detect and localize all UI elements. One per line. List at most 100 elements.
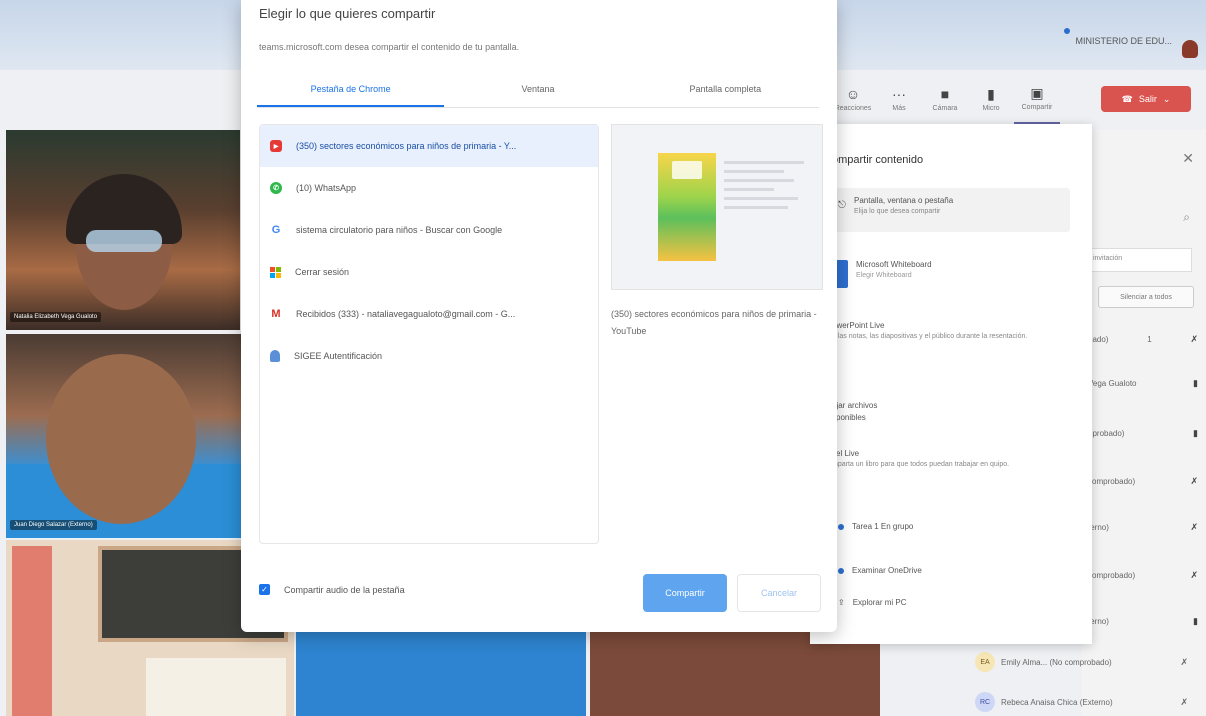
- share-dialog: Elegir lo que quieres compartir teams.mi…: [241, 0, 837, 632]
- share-icon: ▣: [1030, 84, 1044, 101]
- onedrive-label: Examinar OneDrive: [852, 566, 922, 575]
- participant-row[interactable]: bado) 1 ✗: [1082, 334, 1206, 345]
- hand-count: 1: [1147, 335, 1152, 344]
- more-icon: ···: [892, 85, 906, 102]
- avatar: RC: [975, 692, 995, 712]
- camera-label: Cámara: [932, 104, 958, 112]
- participant-name: Vega Gualoto: [1088, 379, 1137, 388]
- file-link-label: Tarea 1 En grupo: [852, 522, 914, 531]
- video-tile[interactable]: Juan Diego Salazar (Externo): [6, 334, 242, 538]
- list-item[interactable]: ▶ (350) sectores económicos para niños d…: [260, 125, 598, 167]
- list-item[interactable]: Cerrar sesión: [260, 251, 598, 293]
- org-name[interactable]: MINISTERIO DE EDU...: [1075, 36, 1172, 46]
- share-content-panel: ompartir contenido ⎋ Pantalla, ventana o…: [810, 124, 1092, 644]
- preview-text-lines: [724, 161, 804, 215]
- mic-icon: ▮: [1193, 378, 1198, 388]
- share-screen-title: Pantalla, ventana o pestaña: [854, 196, 954, 205]
- list-item[interactable]: M Recibidos (333) - nataliavegagualoto@g…: [260, 293, 598, 335]
- tile-name-label: Juan Diego Salazar (Externo): [10, 520, 97, 530]
- explore-pc-label: Explorar mi PC: [852, 598, 907, 607]
- mic-off-icon: ✗: [1190, 476, 1198, 486]
- cancel-button[interactable]: Cancelar: [737, 574, 821, 612]
- upload-icon: ⇪: [838, 598, 845, 607]
- browse-title: ojar archivos: [832, 401, 878, 410]
- microsoft-icon: [270, 266, 281, 278]
- participant-video-glasses: [86, 230, 162, 252]
- list-item[interactable]: SIGEE Autentificación: [260, 335, 598, 377]
- tab-chrome-tab[interactable]: Pestaña de Chrome: [257, 74, 445, 107]
- more-button[interactable]: ··· Más: [876, 74, 922, 124]
- participant-name: Rebeca Anaisa Chica (Externo): [1001, 697, 1113, 707]
- list-item-label: SIGEE Autentificación: [294, 351, 383, 361]
- participant-row[interactable]: EA Emily Alma... (No comprobado) ✗: [975, 652, 1206, 672]
- list-item-label: Recibidos (333) - nataliavegagualoto@gma…: [296, 309, 516, 319]
- dialog-tabs: Pestaña de Chrome Ventana Pantalla compl…: [257, 74, 819, 108]
- reactions-label: Reacciones: [834, 104, 872, 112]
- youtube-icon: ▶: [270, 140, 282, 152]
- dialog-subtitle: teams.microsoft.com desea compartir el c…: [259, 42, 520, 52]
- tab-full-screen[interactable]: Pantalla completa: [632, 74, 819, 107]
- participants-panel: ✕ ⌕ invitación Silenciar a todos bado) 1…: [1082, 130, 1206, 716]
- gmail-icon: M: [271, 308, 281, 320]
- file-link[interactable]: Tarea 1 En grupo: [838, 522, 913, 531]
- mic-off-icon: ✗: [1190, 570, 1198, 580]
- list-item-label: (350) sectores económicos para niños de …: [296, 141, 517, 151]
- mic-off-icon: ✗: [1180, 696, 1188, 707]
- participant-row[interactable]: comprobado) ✗: [1082, 476, 1206, 487]
- participant-name: comprobado): [1088, 571, 1136, 580]
- camera-button[interactable]: ■ Cámara: [922, 74, 968, 124]
- mic-icon: ▮: [1193, 428, 1198, 438]
- list-item[interactable]: ✆ (10) WhatsApp: [260, 167, 598, 209]
- excel-sub: mparta un libro para que todos puedan tr…: [832, 461, 1010, 468]
- mic-button[interactable]: ▮ Micro: [968, 74, 1014, 124]
- browse-files-option[interactable]: ojar archivos sponibles: [832, 400, 1062, 424]
- whiteboard-option[interactable]: Microsoft Whiteboard Elegir Whiteboard: [832, 260, 932, 288]
- notification-dot: [1064, 28, 1070, 34]
- powerpoint-sub: e las notas, las diapositivas y el públi…: [832, 333, 1028, 340]
- participant-video: [46, 354, 196, 524]
- tab-window[interactable]: Ventana: [444, 74, 631, 107]
- explore-pc-link[interactable]: ⇪ Explorar mi PC: [838, 598, 907, 607]
- participant-row[interactable]: comprobado) ✗: [1082, 570, 1206, 581]
- tab-preview: [611, 124, 823, 290]
- dialog-title: Elegir lo que quieres compartir: [259, 6, 436, 21]
- search-icon[interactable]: ⌕: [1183, 210, 1190, 225]
- participant-row[interactable]: RC Rebeca Anaisa Chica (Externo) ✗: [975, 692, 1206, 712]
- phone-icon: ☎: [1121, 93, 1133, 104]
- share-audio-option[interactable]: ✓ Compartir audio de la pestaña: [259, 584, 405, 595]
- excel-title: cel Live: [832, 449, 860, 458]
- cloud-icon: [838, 567, 844, 574]
- share-screen-sub: Elija lo que desea compartir: [854, 208, 941, 215]
- avatar: EA: [975, 652, 995, 672]
- whiteboard-title: Microsoft Whiteboard: [856, 260, 932, 269]
- more-label: Más: [892, 104, 906, 112]
- screen-share-icon: ⎋: [838, 200, 846, 211]
- tab-list: ▶ (350) sectores económicos para niños d…: [259, 124, 599, 544]
- share-button[interactable]: ▣ Compartir: [1014, 74, 1060, 124]
- checkbox-checked-icon[interactable]: ✓: [259, 584, 270, 595]
- participant-row[interactable]: Vega Gualoto ▮: [1082, 378, 1206, 389]
- video-tile[interactable]: [296, 630, 586, 716]
- mic-icon: ▮: [1193, 616, 1198, 626]
- list-item[interactable]: G sistema circulatorio para niños - Busc…: [260, 209, 598, 251]
- participant-row[interactable]: terno) ▮: [1082, 616, 1206, 627]
- video-tile[interactable]: Natalia Elizabeth Vega Gualoto: [6, 130, 240, 330]
- org-name-label: MINISTERIO DE EDU...: [1075, 36, 1172, 46]
- participant-name: nprobado): [1088, 429, 1125, 438]
- mic-label: Micro: [982, 104, 1000, 112]
- mute-all-button[interactable]: Silenciar a todos: [1098, 286, 1194, 308]
- close-icon[interactable]: ✕: [1182, 150, 1194, 167]
- participant-row[interactable]: nprobado) ▮: [1082, 428, 1206, 439]
- mic-off-icon: ✗: [1190, 522, 1198, 532]
- share-screen-option[interactable]: ⎋ Pantalla, ventana o pestaña Elija lo q…: [830, 188, 1070, 232]
- list-item-label: Cerrar sesión: [295, 267, 350, 277]
- powerpoint-live-option[interactable]: owerPoint Live e las notas, las diaposit…: [832, 320, 1062, 343]
- user-avatar[interactable]: [1182, 40, 1198, 58]
- invite-input[interactable]: invitación: [1086, 248, 1192, 272]
- excel-live-option[interactable]: cel Live mparta un libro para que todos …: [832, 448, 1062, 471]
- participant-row[interactable]: terno) ✗: [1082, 522, 1206, 533]
- share-confirm-button[interactable]: Compartir: [643, 574, 727, 612]
- leave-button[interactable]: ☎ Salir ⌄: [1101, 86, 1191, 112]
- list-item-label: sistema circulatorio para niños - Buscar…: [296, 225, 503, 235]
- onedrive-link[interactable]: Examinar OneDrive: [838, 566, 922, 575]
